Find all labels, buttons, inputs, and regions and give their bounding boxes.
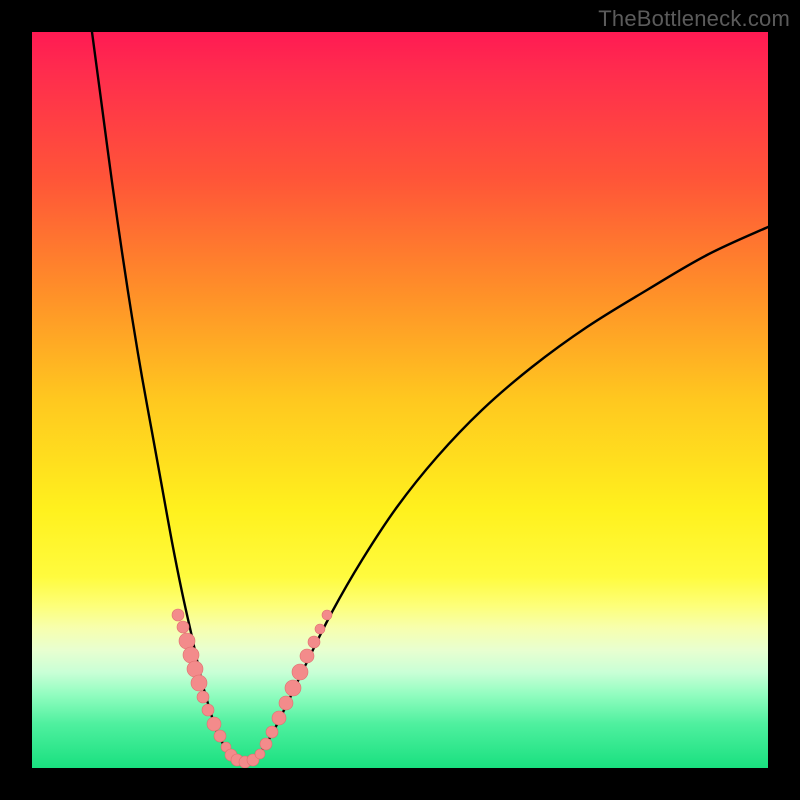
marker-dot	[308, 636, 320, 648]
marker-dot	[260, 738, 272, 750]
chart-frame: TheBottleneck.com	[0, 0, 800, 800]
marker-dot	[197, 691, 209, 703]
marker-dot	[322, 610, 332, 620]
marker-dot	[191, 675, 207, 691]
marker-dot	[187, 661, 203, 677]
marker-dot	[285, 680, 301, 696]
marker-dot	[207, 717, 221, 731]
marker-dot	[279, 696, 293, 710]
plot-area	[32, 32, 768, 768]
marker-dot	[214, 730, 226, 742]
watermark-text: TheBottleneck.com	[598, 6, 790, 32]
gradient-background	[32, 32, 768, 768]
marker-dot	[179, 633, 195, 649]
marker-dot	[292, 664, 308, 680]
marker-dot	[300, 649, 314, 663]
marker-dot	[266, 726, 278, 738]
marker-dot	[202, 704, 214, 716]
chart-svg	[32, 32, 768, 768]
marker-dot	[177, 621, 189, 633]
marker-dot	[272, 711, 286, 725]
marker-dot	[183, 647, 199, 663]
marker-dot	[172, 609, 184, 621]
marker-dot	[255, 749, 265, 759]
marker-dot	[315, 624, 325, 634]
